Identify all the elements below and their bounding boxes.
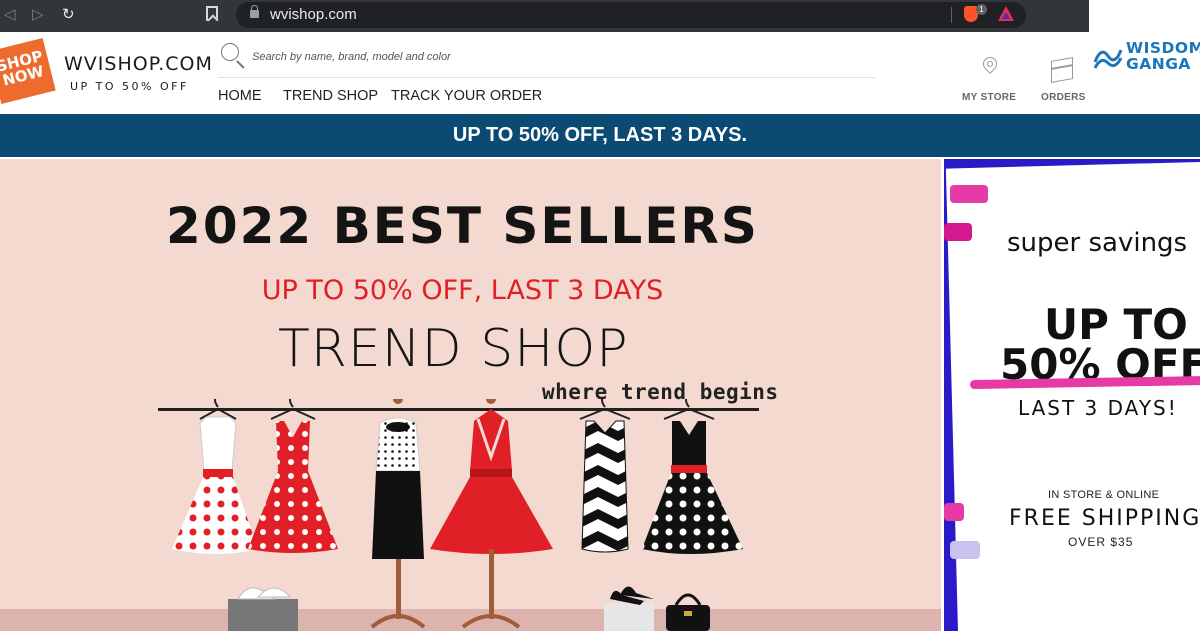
dress-mannequin-black (370, 399, 426, 629)
hero-title: 2022 BEST SELLERS (166, 197, 759, 255)
shield-count-badge: 1 (976, 4, 987, 15)
ad-minimum: OVER $35 (1068, 535, 1134, 549)
address-bar-divider (951, 7, 952, 23)
dress-red-polka (248, 399, 338, 553)
bookmark-icon[interactable] (206, 6, 218, 21)
reload-icon[interactable]: ↻ (62, 6, 75, 22)
decor-marker (944, 223, 972, 241)
dress-white-polka (172, 399, 258, 554)
ad-headline-line1: UP TO (1044, 300, 1188, 349)
decor-marker (944, 503, 964, 521)
brand-tagline: UP TO 50% OFF (70, 80, 189, 93)
wisdom-ganga-wave-icon (1093, 49, 1123, 69)
forward-icon[interactable]: ▷ (32, 6, 44, 22)
brand-name[interactable]: WVISHOP.COM (64, 53, 213, 75)
nav-trend-shop[interactable]: TREND SHOP (283, 88, 378, 104)
orders-label[interactable]: ORDERS (1041, 92, 1086, 103)
ad-headline: UP TO 50% OFF (1000, 300, 1200, 386)
decor-marker (950, 185, 988, 203)
location-pin-icon[interactable] (980, 54, 1000, 74)
url-text[interactable]: wvishop.com (270, 6, 357, 24)
dress-mannequin-red (430, 399, 553, 629)
promo-banner[interactable]: UP TO 50% OFF, LAST 3 DAYS. (0, 114, 1200, 157)
dress-black-polka (642, 399, 743, 554)
hero-subtitle: UP TO 50% OFF, LAST 3 DAYS (261, 275, 664, 306)
shoes-right (604, 586, 654, 631)
lock-icon (250, 5, 259, 18)
nav-home[interactable]: HOME (218, 88, 262, 104)
browser-toolbar: ◁ ▷ ↻ wvishop.com 1 (0, 0, 1089, 32)
shop-now-logo[interactable]: SHOP NOW (0, 38, 56, 104)
box-icon[interactable] (1051, 57, 1073, 83)
ad-days: LAST 3 DAYS! (1018, 396, 1178, 420)
address-bar[interactable]: wvishop.com 1 (236, 2, 1026, 28)
search-underline (218, 77, 876, 78)
decor-marker (950, 541, 980, 559)
search-icon[interactable] (221, 43, 239, 61)
ad-channel: IN STORE & ONLINE (1048, 489, 1160, 501)
watermark-text: WISDOM GANGA (1126, 39, 1200, 73)
my-store-label[interactable]: MY STORE (962, 92, 1016, 103)
ad-kicker: super savings (1007, 228, 1188, 258)
back-icon[interactable]: ◁ (4, 6, 16, 22)
ad-shipping: FREE SHIPPING (1009, 506, 1200, 531)
handbag (666, 593, 710, 631)
hero-brand: TREND SHOP (278, 319, 629, 379)
nav-track-order[interactable]: TRACK YOUR ORDER (391, 88, 542, 104)
hero-banner[interactable]: 2022 BEST SELLERS UP TO 50% OFF, LAST 3 … (0, 159, 941, 631)
dress-illustrations (172, 399, 743, 631)
dress-chevron (579, 399, 631, 553)
brave-rewards-icon[interactable] (998, 6, 1014, 21)
search-input[interactable] (252, 46, 876, 68)
shoes-left (228, 587, 298, 631)
browser-toolbar-blank (1089, 0, 1200, 32)
